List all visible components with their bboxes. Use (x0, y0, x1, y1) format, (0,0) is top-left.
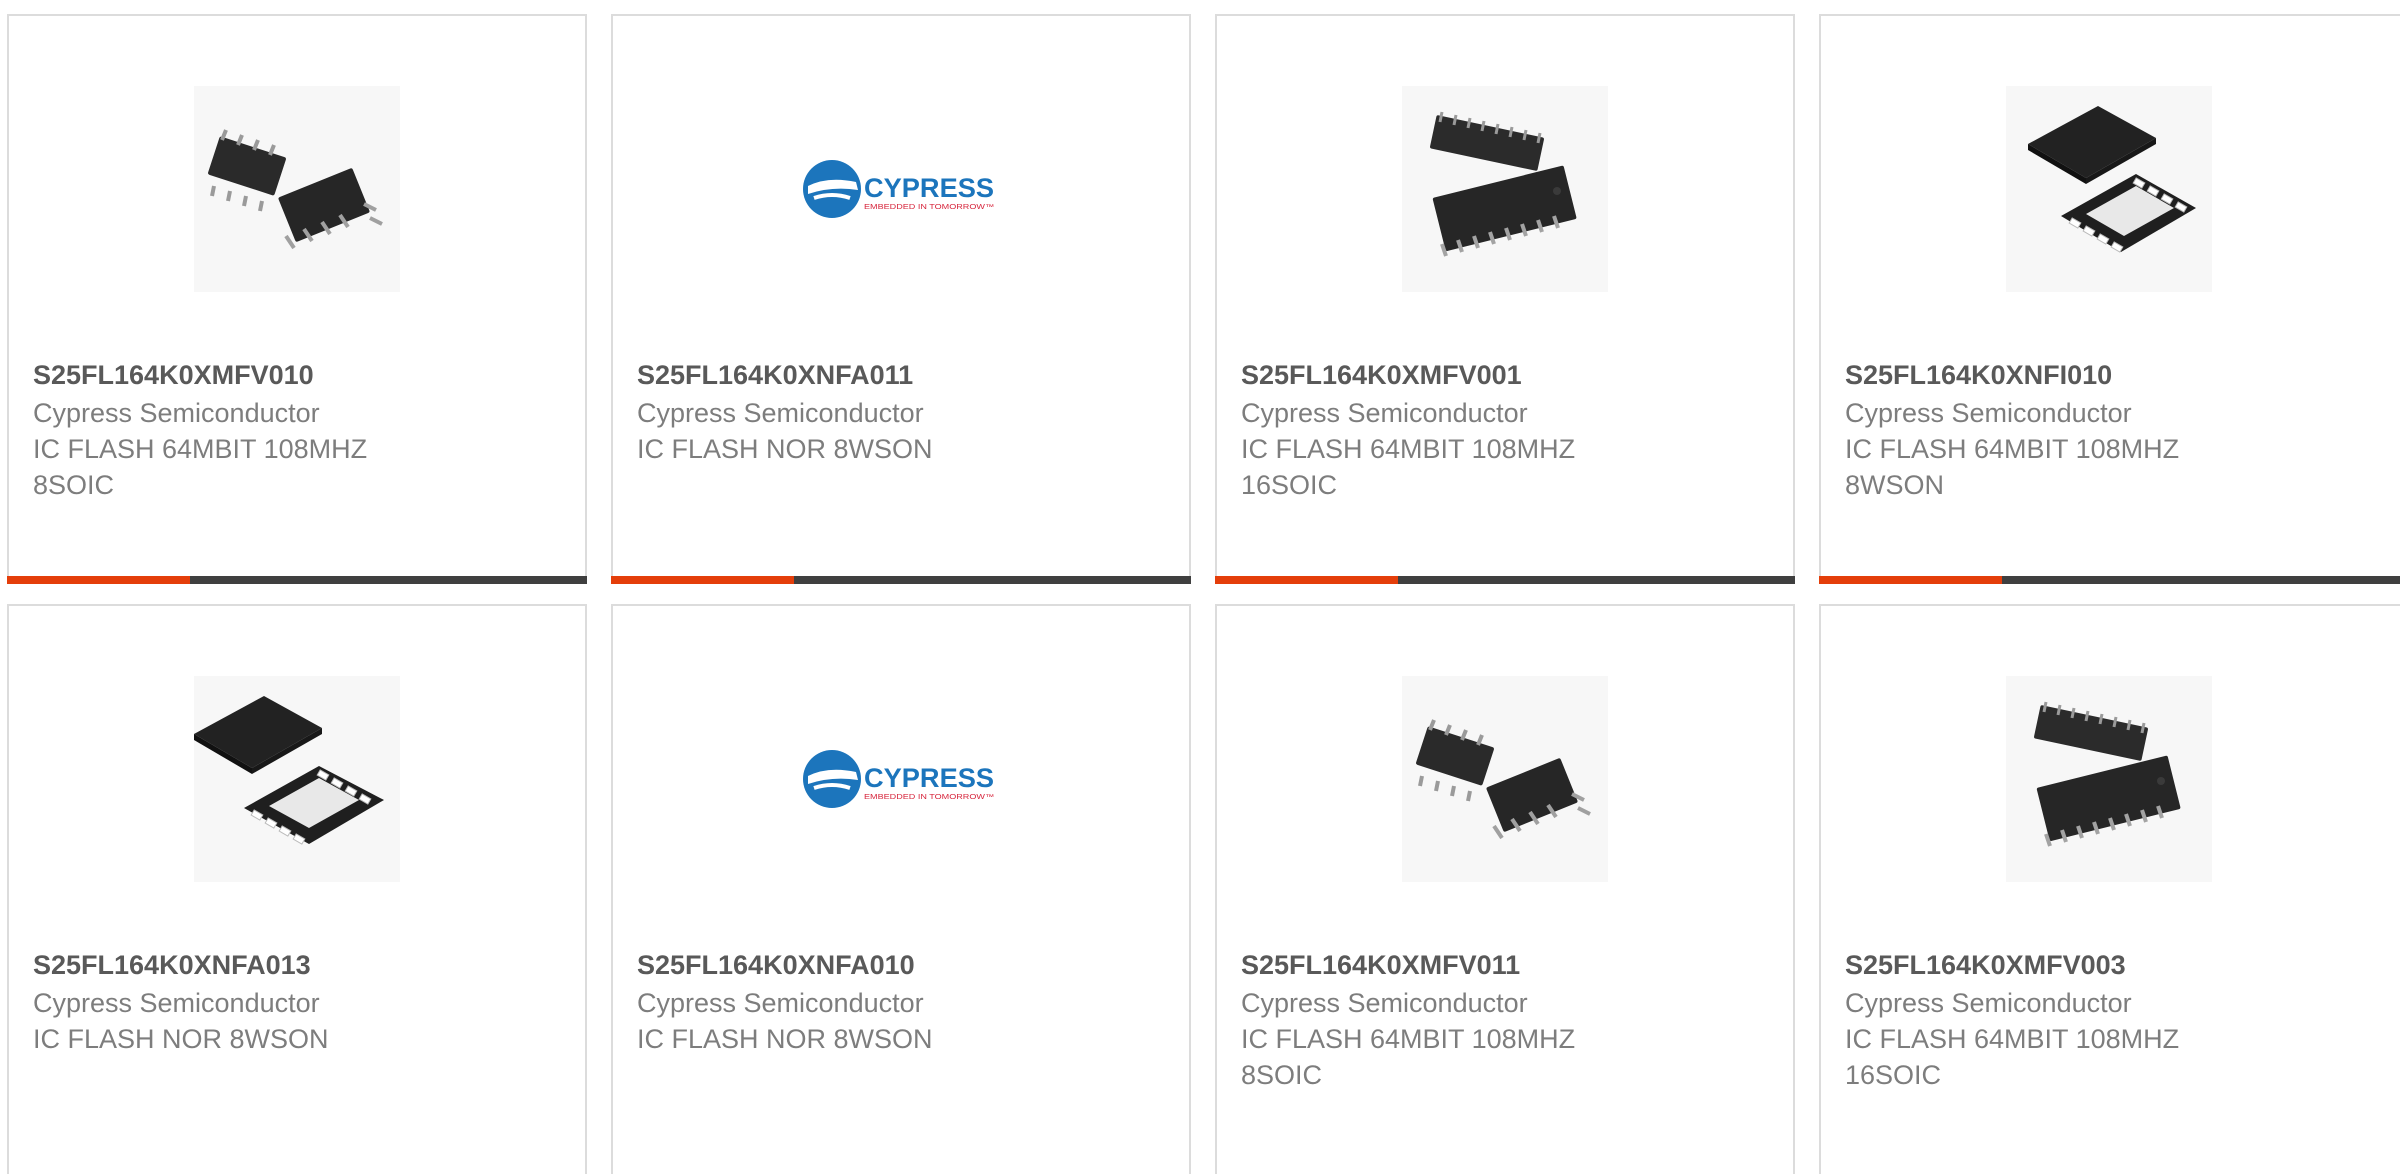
description: IC FLASH NOR 8WSON (637, 434, 933, 464)
description: IC FLASH 64MBIT 108MHZ 16SOIC (1845, 1024, 2180, 1090)
card-accent-bar (1819, 576, 2002, 584)
manufacturer: Cypress Semiconductor (1241, 398, 1528, 428)
product-card[interactable]: S25FL164K0XMFV001 Cypress Semiconductor … (1215, 14, 1795, 584)
manufacturer: Cypress Semiconductor (637, 398, 924, 428)
product-image-wrap: CYPRESS EMBEDDED IN TOMORROW™ (613, 86, 1189, 292)
chip-8wson-icon (194, 676, 400, 882)
product-card[interactable]: S25FL164K0XMFV011 Cypress Semiconductor … (1215, 604, 1795, 1174)
logo-tagline: EMBEDDED IN TOMORROW™ (864, 204, 994, 211)
product-image-wrap (9, 86, 585, 292)
description: IC FLASH NOR 8WSON (637, 1024, 933, 1054)
manufacturer: Cypress Semiconductor (1845, 398, 2132, 428)
card-accent-bar (1215, 576, 1398, 584)
product-card[interactable]: S25FL164K0XMFV003 Cypress Semiconductor … (1819, 604, 2400, 1174)
product-image-wrap (1821, 676, 2397, 882)
part-number[interactable]: S25FL164K0XMFV011 (1241, 947, 1769, 983)
product-card[interactable]: S25FL164K0XNFA013 Cypress Semiconductor … (7, 604, 587, 1174)
card-bottom-bar (7, 576, 587, 584)
part-number[interactable]: S25FL164K0XNFA010 (637, 947, 1165, 983)
cypress-logo: CYPRESS EMBEDDED IN TOMORROW™ (798, 86, 1004, 292)
product-image-wrap (1217, 676, 1793, 882)
chip-16soic-icon (2006, 676, 2212, 882)
manufacturer: Cypress Semiconductor (1241, 988, 1528, 1018)
chip-16soic-icon (1402, 86, 1608, 292)
part-number[interactable]: S25FL164K0XNFA013 (33, 947, 561, 983)
part-number[interactable]: S25FL164K0XMFV010 (33, 357, 561, 393)
product-card[interactable]: CYPRESS EMBEDDED IN TOMORROW™ S25FL164K0… (611, 604, 1191, 1174)
description: IC FLASH 64MBIT 108MHZ 8SOIC (1241, 1024, 1576, 1090)
description: IC FLASH 64MBIT 108MHZ 8WSON (1845, 434, 2180, 500)
manufacturer: Cypress Semiconductor (1845, 988, 2132, 1018)
logo-tagline: EMBEDDED IN TOMORROW™ (864, 794, 994, 801)
manufacturer: Cypress Semiconductor (637, 988, 924, 1018)
product-image-wrap (1217, 86, 1793, 292)
product-image-wrap (9, 676, 585, 882)
product-image-wrap: CYPRESS EMBEDDED IN TOMORROW™ (613, 676, 1189, 882)
product-card[interactable]: S25FL164K0XNFI010 Cypress Semiconductor … (1819, 14, 2400, 584)
manufacturer: Cypress Semiconductor (33, 988, 320, 1018)
cypress-logo: CYPRESS EMBEDDED IN TOMORROW™ (798, 676, 1004, 882)
card-bottom-bar (611, 576, 1191, 584)
part-number[interactable]: S25FL164K0XNFI010 (1845, 357, 2393, 393)
description: IC FLASH 64MBIT 108MHZ 16SOIC (1241, 434, 1576, 500)
chip-8soic-icon (194, 86, 400, 292)
card-accent-bar (7, 576, 190, 584)
logo-brand: CYPRESS (864, 173, 994, 203)
part-number[interactable]: S25FL164K0XMFV003 (1845, 947, 2393, 983)
chip-8soic-icon (1402, 676, 1608, 882)
description: IC FLASH 64MBIT 108MHZ 8SOIC (33, 434, 368, 500)
card-accent-bar (611, 576, 794, 584)
part-number[interactable]: S25FL164K0XMFV001 (1241, 357, 1769, 393)
chip-8wson-icon (2006, 86, 2212, 292)
card-bottom-bar (1215, 576, 1795, 584)
product-card[interactable]: S25FL164K0XMFV010 Cypress Semiconductor … (7, 14, 587, 584)
product-image-wrap (1821, 86, 2397, 292)
part-number[interactable]: S25FL164K0XNFA011 (637, 357, 1165, 393)
product-card[interactable]: CYPRESS EMBEDDED IN TOMORROW™ S25FL164K0… (611, 14, 1191, 584)
logo-brand: CYPRESS (864, 763, 994, 793)
manufacturer: Cypress Semiconductor (33, 398, 320, 428)
card-bottom-bar (1819, 576, 2400, 584)
description: IC FLASH NOR 8WSON (33, 1024, 329, 1054)
